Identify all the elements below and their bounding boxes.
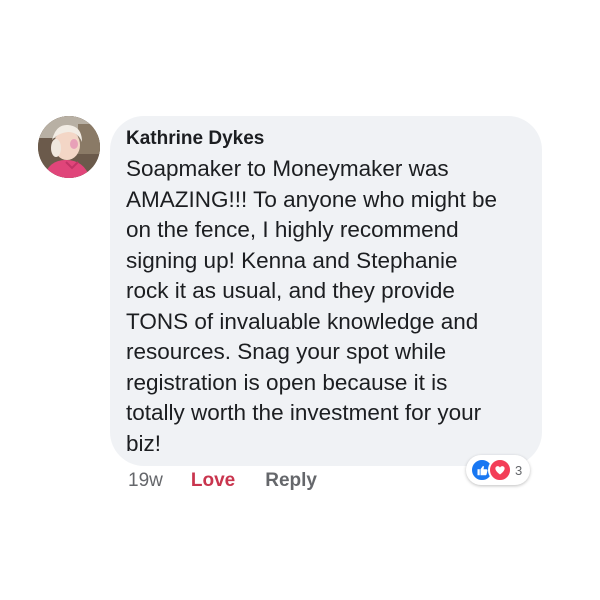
love-button[interactable]: Love <box>191 470 235 492</box>
comment-line: rock it as usual, and they provide <box>126 278 455 303</box>
comment-bubble: Kathrine Dykes Soapmaker to Moneymaker w… <box>110 116 542 466</box>
author-name[interactable]: Kathrine Dykes <box>126 126 526 152</box>
author-avatar[interactable] <box>38 116 100 178</box>
comment-line: biz! <box>126 430 162 456</box>
comment-line: totally worth the investment for your <box>126 400 482 425</box>
avatar-photo <box>38 116 100 178</box>
comment-line: on the fence, I highly recommend <box>126 217 459 242</box>
comment-line: AMAZING!!! To anyone who might be <box>126 186 498 212</box>
comment-line: signing up! Kenna and Stephanie <box>126 247 458 273</box>
love-icon <box>488 458 512 482</box>
comment-line: Soapmaker to Moneymaker was <box>126 156 449 181</box>
comment-line: registration is open because it is <box>126 369 448 395</box>
comment-text: Soapmaker to Moneymaker was AMAZING!!! T… <box>126 154 526 459</box>
comment-timestamp[interactable]: 19w <box>128 470 163 492</box>
reaction-summary[interactable]: 3 <box>466 455 531 485</box>
comment-line: TONS of invaluable knowledge and <box>126 308 479 334</box>
reaction-count: 3 <box>515 462 523 478</box>
reply-button[interactable]: Reply <box>265 470 317 492</box>
comment-line: resources. Snag your spot while <box>126 339 447 364</box>
comment-actions: 19w Love Reply <box>128 470 317 492</box>
